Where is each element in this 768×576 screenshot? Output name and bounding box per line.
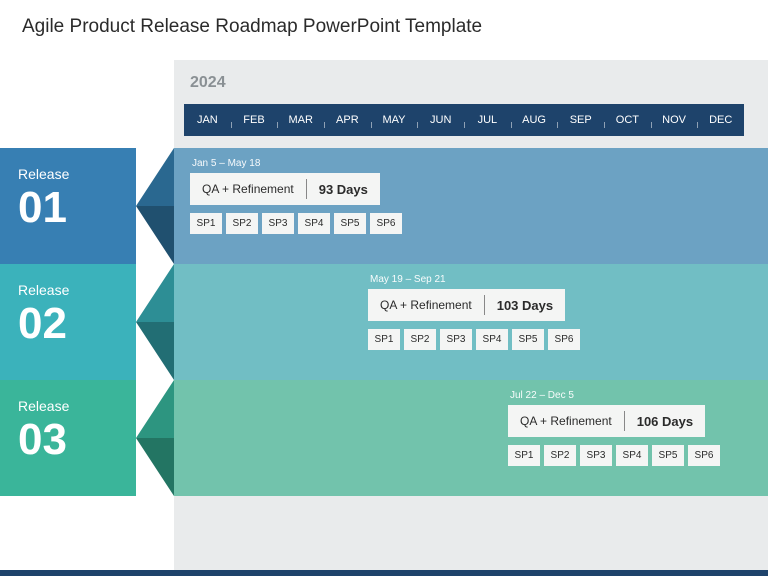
- task-name: QA + Refinement: [520, 414, 612, 428]
- sprint-chip: SP1: [368, 329, 400, 350]
- sprint-chip: SP5: [334, 213, 366, 234]
- page-title: Agile Product Release Roadmap PowerPoint…: [22, 16, 482, 38]
- release-block-03: Release 03: [0, 380, 136, 496]
- release-number: 01: [18, 186, 136, 230]
- release-block-02: Release 02: [0, 264, 136, 380]
- sprint-chip: SP2: [404, 329, 436, 350]
- sprint-chip: SP3: [580, 445, 612, 466]
- task-cluster: Jul 22 – Dec 5 QA + Refinement 106 Days …: [508, 390, 768, 466]
- lane-release-01: Jan 5 – May 18 QA + Refinement 93 Days S…: [174, 148, 768, 264]
- task-days: 106 Days: [637, 414, 693, 429]
- footer-band: [174, 496, 768, 576]
- month-cell: DEC: [697, 114, 744, 126]
- release-label: Release: [18, 282, 136, 298]
- sprint-row: SP1 SP2 SP3 SP4 SP5 SP6: [190, 213, 450, 234]
- divider: [624, 411, 625, 431]
- task-name: QA + Refinement: [380, 298, 472, 312]
- sprint-chip: SP6: [370, 213, 402, 234]
- release-number: 02: [18, 302, 136, 346]
- task-days: 93 Days: [319, 182, 368, 197]
- task-cluster: May 19 – Sep 21 QA + Refinement 103 Days…: [368, 274, 628, 350]
- sprint-chip: SP6: [688, 445, 720, 466]
- bottom-border: [0, 570, 768, 576]
- date-range: May 19 – Sep 21: [370, 274, 628, 285]
- release-label: Release: [18, 398, 136, 414]
- lane-release-02: May 19 – Sep 21 QA + Refinement 103 Days…: [174, 264, 768, 380]
- month-cell: MAR: [277, 114, 324, 126]
- lane-release-03: Jul 22 – Dec 5 QA + Refinement 106 Days …: [174, 380, 768, 496]
- month-cell: NOV: [651, 114, 698, 126]
- month-cell: JUL: [464, 114, 511, 126]
- task-box: QA + Refinement 93 Days: [190, 173, 380, 205]
- sprint-row: SP1 SP2 SP3 SP4 SP5 SP6: [368, 329, 628, 350]
- sprint-chip: SP4: [298, 213, 330, 234]
- release-number: 03: [18, 418, 136, 462]
- sprint-chip: SP5: [652, 445, 684, 466]
- sprint-chip: SP2: [544, 445, 576, 466]
- task-name: QA + Refinement: [202, 182, 294, 196]
- month-cell: OCT: [604, 114, 651, 126]
- sprint-chip: SP6: [548, 329, 580, 350]
- month-cell: AUG: [511, 114, 558, 126]
- divider: [484, 295, 485, 315]
- sprint-chip: SP5: [512, 329, 544, 350]
- month-cell: FEB: [231, 114, 278, 126]
- sprint-chip: SP3: [262, 213, 294, 234]
- month-cell: APR: [324, 114, 371, 126]
- sprint-chip: SP3: [440, 329, 472, 350]
- date-range: Jan 5 – May 18: [192, 158, 450, 169]
- date-range: Jul 22 – Dec 5: [510, 390, 768, 401]
- divider: [306, 179, 307, 199]
- month-cell: SEP: [557, 114, 604, 126]
- year-label: 2024: [190, 74, 226, 92]
- connector-shape: [136, 206, 174, 264]
- connector-shape: [136, 148, 174, 206]
- task-cluster: Jan 5 – May 18 QA + Refinement 93 Days S…: [190, 158, 450, 234]
- sprint-chip: SP4: [476, 329, 508, 350]
- roadmap-stage: Release 01 Release 02 Release 03 2024 JA…: [0, 60, 768, 564]
- task-box: QA + Refinement 106 Days: [508, 405, 705, 437]
- release-block-01: Release 01: [0, 148, 136, 264]
- sprint-row: SP1 SP2 SP3 SP4 SP5 SP6: [508, 445, 768, 466]
- timeline-header: 2024 JAN FEB MAR APR MAY JUN JUL AUG SEP…: [174, 60, 768, 148]
- task-box: QA + Refinement 103 Days: [368, 289, 565, 321]
- month-cell: MAY: [371, 114, 418, 126]
- connector-shape: [136, 264, 174, 322]
- sprint-chip: SP1: [508, 445, 540, 466]
- sprint-chip: SP1: [190, 213, 222, 234]
- release-label: Release: [18, 166, 136, 182]
- sprint-chip: SP2: [226, 213, 258, 234]
- connector-shape: [136, 380, 174, 438]
- month-bar: JAN FEB MAR APR MAY JUN JUL AUG SEP OCT …: [184, 104, 744, 136]
- sprint-chip: SP4: [616, 445, 648, 466]
- month-cell: JAN: [184, 114, 231, 126]
- connector-shape: [136, 322, 174, 380]
- task-days: 103 Days: [497, 298, 553, 313]
- month-cell: JUN: [417, 114, 464, 126]
- connector-shape: [136, 438, 174, 496]
